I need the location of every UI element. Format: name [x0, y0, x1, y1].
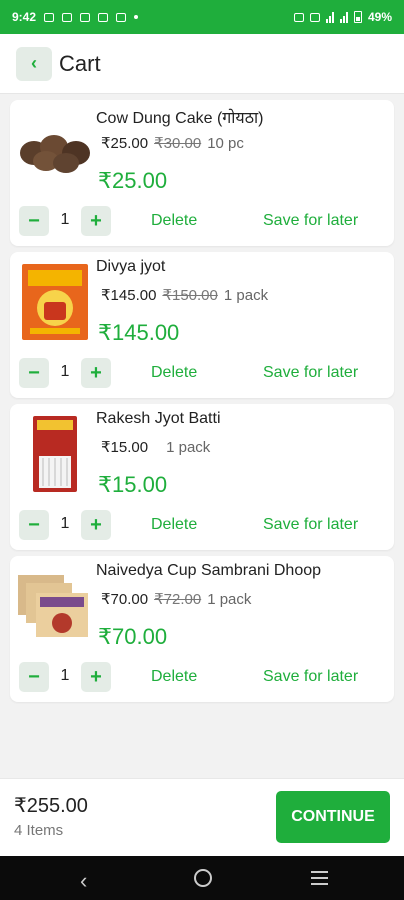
back-button[interactable]: ‹: [16, 46, 52, 81]
quantity-stepper: − 1 + Delete Save for later: [19, 206, 389, 236]
decrease-quantity-button[interactable]: −: [19, 358, 49, 388]
nav-back-icon[interactable]: ‹: [80, 868, 87, 894]
unit-size: 10 pc: [207, 135, 244, 152]
quantity-value: 1: [60, 515, 70, 532]
cart-item: Divya jyot ₹145.00 ₹150.00 1 pack ₹145.00 …: [10, 252, 394, 398]
increase-quantity-button[interactable]: +: [81, 358, 111, 388]
save-for-later-button[interactable]: Save for later: [263, 668, 358, 686]
page-title: Cart: [59, 50, 101, 76]
message-icon: [98, 12, 109, 22]
product-name: Cow Dung Cake (गोयठा): [96, 110, 264, 127]
mrp-price: ₹150.00: [162, 287, 218, 304]
wifi-icon: [309, 12, 320, 22]
price-line: ₹15.00 1 pack: [101, 438, 210, 456]
save-for-later-button[interactable]: Save for later: [263, 364, 358, 382]
notification-icon: [80, 12, 91, 22]
increase-quantity-button[interactable]: +: [81, 662, 111, 692]
cart-item: Cow Dung Cake (गोयठा) ₹25.00 ₹30.00 10 pc …: [10, 100, 394, 246]
minus-icon: −: [28, 666, 40, 688]
continue-button[interactable]: CONTINUE: [276, 791, 390, 843]
nav-recents-icon[interactable]: [311, 871, 328, 889]
item-total: ₹145.00: [98, 320, 180, 345]
price-line: ₹145.00 ₹150.00 1 pack: [101, 286, 268, 304]
checkout-footer: ₹255.00 4 Items CONTINUE: [0, 778, 404, 856]
message-icon: [62, 12, 73, 22]
quantity-stepper: − 1 + Delete Save for later: [19, 510, 389, 540]
quantity-value: 1: [60, 667, 70, 684]
product-image: [18, 110, 92, 190]
decrease-quantity-button[interactable]: −: [19, 510, 49, 540]
quantity-value: 1: [60, 211, 70, 228]
unit-price: ₹145.00: [101, 287, 157, 304]
decrease-quantity-button[interactable]: −: [19, 206, 49, 236]
price-line: ₹25.00 ₹30.00 10 pc: [101, 134, 244, 152]
save-for-later-button[interactable]: Save for later: [263, 212, 358, 230]
nav-home-icon[interactable]: [194, 869, 212, 887]
item-total: ₹70.00: [98, 624, 168, 649]
signal-icon: [325, 11, 334, 23]
battery-icon: [353, 11, 362, 23]
product-name: Divya jyot: [96, 258, 166, 275]
product-image: [18, 262, 92, 342]
cart-list: Cow Dung Cake (गोयठा) ₹25.00 ₹30.00 10 pc …: [10, 100, 394, 708]
battery-level: 49%: [367, 10, 392, 24]
plus-icon: +: [90, 514, 102, 536]
cart-item: Naivedya Cup Sambrani Dhoop ₹70.00 ₹72.00…: [10, 556, 394, 702]
unit-price: ₹15.00: [101, 439, 149, 456]
message-icon: [44, 12, 55, 22]
cart-total-amount: ₹255.00: [14, 795, 88, 817]
price-line: ₹70.00 ₹72.00 1 pack: [101, 590, 251, 608]
delete-button[interactable]: Delete: [151, 364, 197, 382]
delete-button[interactable]: Delete: [151, 212, 197, 230]
cart-items-count: 4 Items: [14, 822, 64, 839]
product-image: [18, 414, 92, 494]
wifi-calling-icon: [293, 12, 304, 22]
delete-button[interactable]: Delete: [151, 516, 197, 534]
status-time: 9:42: [12, 10, 37, 24]
minus-icon: −: [28, 514, 40, 536]
product-name: Rakesh Jyot Batti: [96, 410, 221, 427]
plus-icon: +: [90, 210, 102, 232]
unit-price: ₹70.00: [101, 591, 149, 608]
unit-size: 1 pack: [166, 439, 211, 456]
decrease-quantity-button[interactable]: −: [19, 662, 49, 692]
increase-quantity-button[interactable]: +: [81, 510, 111, 540]
unit-size: 1 pack: [223, 287, 269, 304]
more-notifications-icon: [134, 15, 139, 19]
increase-quantity-button[interactable]: +: [81, 206, 111, 236]
plus-icon: +: [90, 362, 102, 384]
mrp-price: ₹30.00: [154, 135, 202, 152]
plus-icon: +: [90, 666, 102, 688]
delete-button[interactable]: Delete: [151, 668, 197, 686]
cart-item: Rakesh Jyot Batti ₹15.00 1 pack ₹15.00 − …: [10, 404, 394, 550]
minus-icon: −: [28, 210, 40, 232]
product-image: [18, 566, 92, 646]
minus-icon: −: [28, 362, 40, 384]
system-nav-bar: ‹: [0, 856, 404, 900]
item-total: ₹15.00: [98, 472, 168, 497]
chevron-left-icon: ‹: [31, 53, 37, 73]
unit-price: ₹25.00: [101, 135, 149, 152]
mrp-price: ₹72.00: [154, 591, 202, 608]
quantity-stepper: − 1 + Delete Save for later: [19, 358, 389, 388]
product-name: Naivedya Cup Sambrani Dhoop: [96, 562, 322, 579]
item-total: ₹25.00: [98, 168, 168, 193]
signal-icon: [339, 11, 348, 23]
status-bar: 9:42 49%: [0, 0, 404, 34]
quantity-value: 1: [60, 363, 70, 380]
save-for-later-button[interactable]: Save for later: [263, 516, 358, 534]
quantity-stepper: − 1 + Delete Save for later: [19, 662, 389, 692]
unit-size: 1 pack: [207, 591, 252, 608]
app-header: ‹ Cart: [0, 34, 404, 94]
app-icon: [116, 12, 127, 22]
